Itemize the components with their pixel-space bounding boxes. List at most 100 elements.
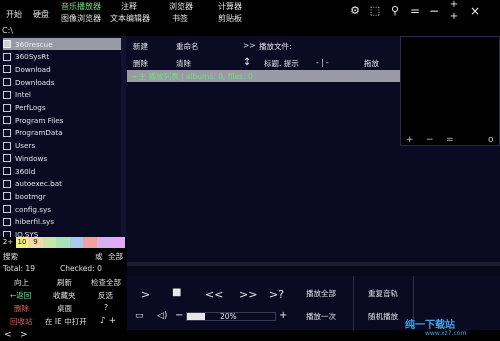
file-checkbox[interactable] [3, 154, 11, 163]
disk-button[interactable]: 硬盘 [33, 9, 49, 20]
file-checkbox[interactable] [3, 90, 11, 99]
random-button[interactable]: >? [269, 288, 284, 301]
previous-button[interactable]: << [205, 288, 223, 301]
pin-icon[interactable]: ⚲ [389, 4, 401, 18]
color-swatch[interactable] [111, 237, 125, 248]
file-list-item[interactable]: Users [3, 140, 125, 152]
file-list-item[interactable]: 360ld [3, 165, 125, 177]
color-swatch[interactable] [83, 237, 97, 248]
calculator-tab[interactable]: 计算器 [218, 1, 242, 12]
add-icon[interactable]: + [406, 135, 414, 145]
file-checkbox[interactable] [3, 205, 11, 214]
main-playlist-row[interactable]: → 主 播放列表 | albums: 0, files: 0 [127, 70, 400, 82]
open-in-ie-button[interactable]: 在 IE 中打开 [45, 316, 87, 327]
up-button[interactable]: 向上 [14, 277, 29, 288]
check-all-button[interactable]: 检查全部 [91, 277, 121, 288]
play-file-arrow[interactable]: >> [243, 41, 256, 50]
circle-icon[interactable]: o [488, 135, 494, 145]
repeat-track-button[interactable]: 重复音轨 [368, 288, 398, 299]
bookmarks-tab[interactable]: 书签 [172, 13, 188, 24]
color-swatch[interactable] [43, 237, 56, 248]
random-play-button[interactable]: 随机播放 [368, 311, 398, 322]
file-list-item[interactable]: hiberfil.sys [3, 216, 125, 228]
file-list-item[interactable]: autoexec.bat [3, 178, 125, 190]
color-strip-label: 2+ [0, 237, 16, 248]
refresh-button[interactable]: 刷新 [57, 277, 72, 288]
file-list-item[interactable]: Program Files [3, 114, 125, 126]
favorites-button[interactable]: 收藏夹 [53, 290, 76, 301]
sort-icon[interactable]: ↕ [243, 57, 251, 68]
file-checkbox[interactable] [3, 103, 11, 112]
notes-tab[interactable]: 注释 [121, 1, 137, 12]
equals-control-icon[interactable]: = [446, 135, 454, 145]
play-button[interactable]: > [141, 288, 150, 301]
color-swatch[interactable] [70, 237, 83, 248]
select-icon[interactable]: ⬚ [369, 4, 381, 18]
minimize-icon[interactable]: − [428, 4, 440, 18]
file-checkbox[interactable] [3, 65, 11, 74]
add-music-button[interactable]: ♪ + [100, 316, 116, 326]
plus-bottom-icon[interactable]: + [448, 10, 460, 24]
title-hint-label[interactable]: 标题. 提示 [264, 58, 299, 69]
file-list-scrollbar[interactable] [121, 36, 126, 238]
file-checkbox[interactable] [3, 128, 11, 137]
speaker-icon[interactable]: ◁) [157, 311, 167, 321]
rename-playlist-button[interactable]: 重命名 [176, 41, 199, 52]
file-list-item[interactable]: ProgramData [3, 127, 125, 139]
nav-back-button[interactable]: < [4, 330, 12, 340]
file-checkbox[interactable] [3, 116, 11, 125]
file-list-item[interactable]: 360rescue [3, 38, 125, 50]
file-checkbox[interactable] [3, 179, 11, 188]
help-button[interactable]: ? [104, 303, 108, 312]
file-checkbox[interactable] [3, 52, 11, 61]
progress-bar[interactable] [127, 266, 500, 276]
file-list-item[interactable]: config.sys [3, 203, 125, 215]
back-button[interactable]: ←返回 [10, 290, 31, 301]
next-button[interactable]: >> [239, 288, 257, 301]
play-all-button[interactable]: 播放全部 [306, 288, 336, 299]
file-checkbox[interactable] [3, 78, 11, 87]
invert-selection-button[interactable]: 反选 [98, 290, 113, 301]
volume-up-button[interactable]: + [279, 310, 287, 321]
music-player-tab[interactable]: 音乐播放器 [61, 1, 101, 12]
file-checkbox[interactable] [3, 167, 11, 175]
recycle-bin-button[interactable]: 回收站 [10, 316, 33, 327]
file-list-item[interactable]: 360SysRt [3, 51, 125, 63]
color-swatch[interactable] [56, 237, 70, 248]
equals-icon[interactable]: = [409, 4, 421, 18]
nav-forward-button[interactable]: > [20, 330, 28, 340]
color-swatch[interactable]: 10 [16, 237, 28, 248]
file-list-item[interactable]: PerfLogs [3, 102, 125, 114]
separator-toggle[interactable]: - | - [316, 58, 329, 67]
file-checkbox[interactable] [3, 141, 11, 150]
volume-down-button[interactable]: − [175, 310, 183, 321]
all-button[interactable]: 全部 [108, 251, 123, 262]
file-checkbox[interactable] [3, 40, 11, 48]
color-swatch[interactable] [97, 237, 111, 248]
play-once-button[interactable]: 播放一次 [306, 311, 336, 322]
screen-icon[interactable]: ▭ [135, 311, 144, 321]
image-browser-tab[interactable]: 图像浏览器 [61, 13, 101, 24]
clear-playlist-button[interactable]: 清除 [176, 58, 191, 69]
browser-tab[interactable]: 浏览器 [169, 1, 193, 12]
file-list-item[interactable]: Downloads [3, 76, 125, 88]
text-editor-tab[interactable]: 文本编辑器 [110, 13, 150, 24]
desktop-button[interactable]: 桌面 [57, 303, 72, 314]
file-list-item[interactable]: bootmgr [3, 190, 125, 202]
file-list-item[interactable]: Windows [3, 152, 125, 164]
file-list-item[interactable]: Download [3, 63, 125, 75]
color-swatch[interactable]: 9 [28, 237, 43, 248]
remove-icon[interactable]: − [426, 135, 434, 145]
gear-icon[interactable]: ⚙ [349, 4, 361, 18]
delete-playlist-button[interactable]: 删除 [133, 58, 148, 69]
stop-button[interactable]: ■ [172, 287, 181, 298]
file-checkbox[interactable] [3, 217, 11, 226]
file-list-item[interactable]: Intel [3, 89, 125, 101]
file-checkbox[interactable] [3, 192, 11, 201]
new-playlist-button[interactable]: 新建 [133, 41, 148, 52]
close-icon[interactable]: × [469, 4, 481, 18]
clipboard-tab[interactable]: 剪贴板 [218, 13, 242, 24]
delete-button[interactable]: 删除 [14, 303, 29, 314]
start-button[interactable]: 开始 [6, 9, 22, 20]
search-label[interactable]: 搜索 [3, 251, 18, 262]
